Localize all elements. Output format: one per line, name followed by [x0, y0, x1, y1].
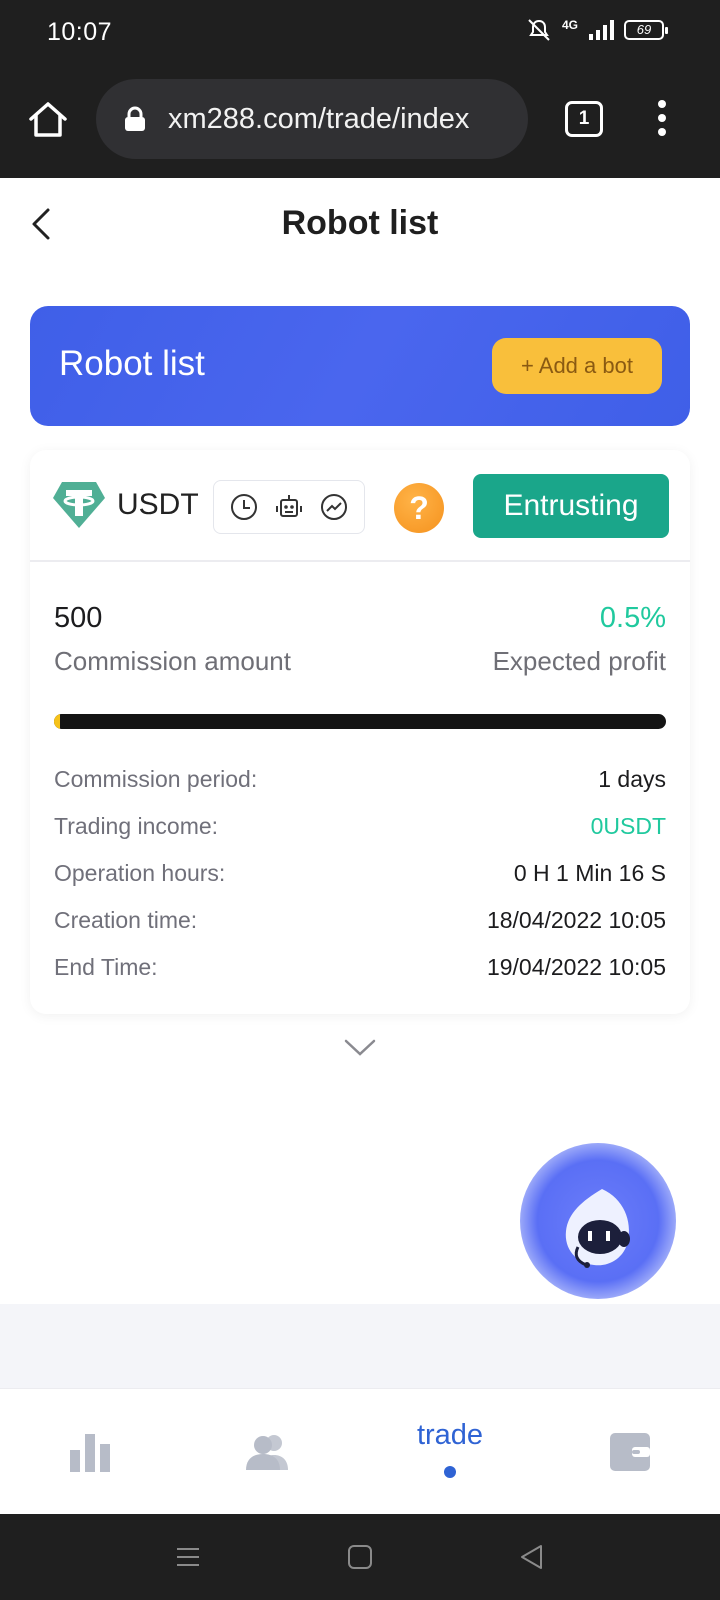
add-bot-button[interactable]: + Add a bot [492, 338, 662, 394]
tab-team[interactable] [228, 1389, 308, 1515]
detail-value: 18/04/2022 10:05 [486, 907, 666, 933]
network-type: 4G [561, 18, 578, 32]
detail-row: Commission period: 1 days [54, 756, 666, 803]
robot-card: USDT ? Entrusting 500 0.5% Commission am [30, 450, 690, 1014]
tab-switcher-button[interactable]: 1 [565, 101, 603, 137]
active-tab-indicator [444, 1465, 456, 1478]
signal-icon [589, 20, 614, 40]
robot-details: Commission period: 1 days Trading income… [54, 756, 666, 991]
battery-icon: 69 [624, 20, 668, 40]
page-header: Robot list [0, 178, 720, 274]
url-bar[interactable]: xm288.com/trade/index [96, 79, 528, 159]
robot-icon [275, 495, 302, 517]
page-title: Robot list [281, 204, 439, 242]
detail-value: 0 H 1 Min 16 S [513, 860, 666, 886]
home-square-icon[interactable] [345, 1542, 375, 1572]
detail-label: Creation time: [54, 907, 198, 933]
detail-value: 0USDT [590, 813, 666, 839]
tab-wallet[interactable] [590, 1389, 670, 1515]
tether-icon [53, 482, 105, 528]
browser-toolbar: xm288.com/trade/index 1 [0, 62, 720, 178]
home-icon[interactable] [26, 98, 70, 142]
status-icons: 4G 69 [526, 18, 668, 42]
detail-row: Operation hours: 0 H 1 Min 16 S [54, 850, 666, 897]
clock-icon [231, 494, 258, 520]
expected-profit-label: Expected profit [492, 646, 666, 676]
coin-name: USDT [117, 488, 199, 521]
detail-label: Trading income: [54, 813, 219, 839]
detail-row: Creation time: 18/04/2022 10:05 [54, 897, 666, 944]
bottom-tab-bar: trade [0, 1388, 720, 1514]
detail-row: Trading income: 0USDT [54, 803, 666, 850]
robot-mascot-icon [565, 1189, 630, 1268]
help-button[interactable]: ? [394, 483, 444, 533]
detail-label: End Time: [54, 954, 158, 980]
system-nav-bar [0, 1514, 720, 1600]
detail-label: Operation hours: [54, 860, 226, 886]
progress-fill [54, 714, 61, 729]
mute-bell-icon [528, 19, 550, 41]
robot-feature-icons [213, 480, 365, 534]
commission-amount-value: 500 [54, 602, 103, 634]
detail-row: End Time: 19/04/2022 10:05 [54, 944, 666, 991]
tab-trade[interactable]: trade [390, 1389, 510, 1515]
detail-value: 19/04/2022 10:05 [486, 954, 666, 980]
back-triangle-icon[interactable] [517, 1542, 547, 1572]
entrusting-status-button[interactable]: Entrusting [473, 474, 669, 538]
robot-list-banner: Robot list + Add a bot [30, 306, 690, 426]
bar-chart-icon [70, 1434, 110, 1472]
users-icon [246, 1435, 288, 1470]
chevron-down-icon[interactable] [343, 1036, 377, 1060]
chat-assistant-button[interactable] [520, 1143, 676, 1299]
url-text: xm288.com/trade/index [168, 102, 470, 135]
content-bottom-band [0, 1304, 720, 1388]
recent-apps-icon[interactable] [173, 1542, 203, 1572]
progress-bar [54, 714, 666, 729]
tab-market[interactable] [50, 1389, 130, 1515]
expected-profit-value: 0.5% [599, 602, 666, 634]
status-bar: 10:07 4G 69 [0, 0, 720, 62]
detail-value: 1 days [598, 766, 666, 792]
lock-icon [125, 106, 145, 131]
trend-icon [320, 494, 347, 520]
wallet-icon [610, 1433, 650, 1471]
status-time: 10:07 [47, 18, 113, 46]
banner-title: Robot list [59, 344, 205, 383]
commission-amount-label: Commission amount [54, 646, 291, 676]
detail-label: Commission period: [54, 766, 258, 792]
browser-menu-icon[interactable] [652, 100, 672, 140]
tab-trade-label: trade [416, 1418, 484, 1451]
robot-card-header: USDT ? Entrusting [30, 450, 690, 562]
